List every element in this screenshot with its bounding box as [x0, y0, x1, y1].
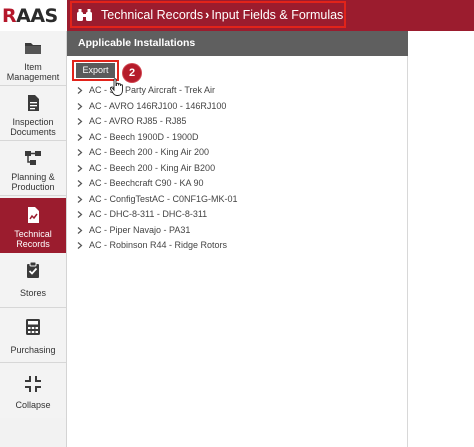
workflow-icon [25, 151, 41, 165]
list-item[interactable]: AC - Beechcraft C90 - KA 90 [77, 176, 238, 192]
chevron-right-icon [77, 149, 83, 156]
sidebar-item-label: Records [16, 239, 50, 249]
installations-list: AC - 3rd Party Aircraft - Trek Air AC - … [77, 83, 238, 254]
panel-title: Applicable Installations [67, 31, 408, 56]
breadcrumb-separator-icon: › [205, 8, 210, 22]
list-item[interactable]: AC - ConfigTestAC - C0NF1G-MK-01 [77, 192, 238, 208]
chevron-right-icon [77, 211, 83, 218]
calculator-icon [26, 319, 40, 335]
list-item[interactable]: AC - AVRO 146RJ100 - 146RJ100 [77, 99, 238, 115]
chevron-right-icon [77, 180, 83, 187]
breadcrumb-section[interactable]: Technical Records [101, 8, 203, 22]
sidebar-item-inspection-documents[interactable]: Inspection Documents [0, 86, 66, 141]
sidebar-item-label: Stores [19, 288, 46, 298]
chevron-right-icon [77, 87, 83, 94]
breadcrumb: Technical Records › Input Fields & Formula… [101, 7, 343, 24]
sidebar-item-technical-records[interactable]: Technical Records [0, 198, 73, 253]
list-item[interactable]: AC - Piper Navajo - PA31 [77, 223, 238, 239]
sidebar-item-label: Inspection [12, 117, 54, 127]
export-button[interactable]: Export [76, 63, 115, 78]
brand-area: RAAS [0, 0, 67, 31]
sidebar-item-stores[interactable]: Stores [0, 253, 66, 308]
list-item[interactable]: AC - Beech 200 - King Air 200 [77, 145, 238, 161]
chevron-right-icon [77, 164, 83, 172]
chevron-right-icon [77, 242, 83, 249]
chevron-right-icon [77, 118, 83, 125]
sidebar-item-label: Planning & [11, 172, 55, 182]
sidebar: Item Management Inspection Documents Pla… [0, 31, 73, 447]
chevron-right-icon [77, 226, 83, 234]
sidebar-item-collapse[interactable]: Collapse [0, 363, 66, 418]
sidebar-item-label: Management [6, 72, 60, 82]
sidebar-item-planning-production[interactable]: Planning & Production [0, 141, 66, 196]
raas-logo[interactable]: RAAS [2, 4, 58, 28]
folder-icon [25, 43, 41, 54]
breadcrumb-page: Input Fields & Formulas [211, 8, 344, 22]
sidebar-item-label: Production [11, 182, 55, 192]
list-item[interactable]: AC - AVRO RJ85 - RJ85 [77, 114, 238, 130]
sidebar-item-label: Collapse [15, 400, 51, 410]
document-icon [28, 95, 39, 111]
list-item[interactable]: AC - Beech 200 - King Air B200 [77, 161, 238, 177]
chevron-right-icon [77, 195, 83, 203]
list-item[interactable]: AC - DHC-8-311 - DHC-8-311 [77, 207, 238, 223]
binoculars-icon [77, 9, 92, 21]
hand-cursor-icon [110, 78, 123, 96]
list-item[interactable]: AC - 3rd Party Aircraft - Trek Air [77, 83, 238, 99]
sidebar-item-label: Technical [14, 229, 52, 239]
chevron-right-icon [77, 102, 83, 110]
file-chart-icon [28, 207, 39, 223]
sidebar-item-item-management[interactable]: Item Management [0, 31, 66, 86]
sidebar-item-label: Item [24, 62, 42, 72]
clipboard-check-icon [27, 261, 39, 278]
collapse-icon [25, 376, 41, 392]
chevron-right-icon [77, 133, 83, 141]
sidebar-item-label: Documents [10, 127, 56, 137]
step-badge-2: 2 [123, 64, 141, 82]
list-item[interactable]: AC - Robinson R44 - Ridge Rotors [77, 238, 238, 254]
sidebar-item-purchasing[interactable]: Purchasing [0, 308, 66, 363]
sidebar-item-label: Purchasing [10, 345, 56, 355]
list-item[interactable]: AC - Beech 1900D - 1900D [77, 130, 238, 146]
